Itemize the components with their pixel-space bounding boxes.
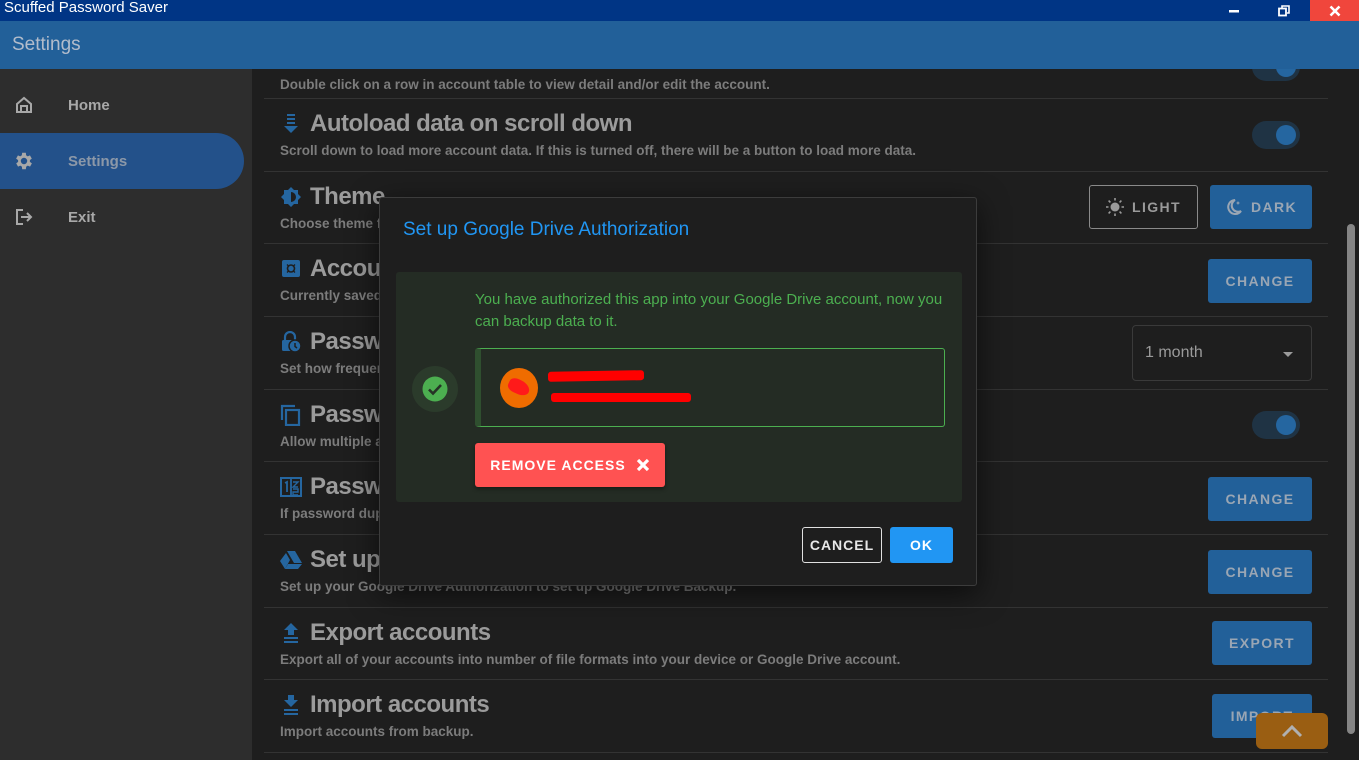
google-drive-icon <box>280 549 302 571</box>
account-file-change-button[interactable]: CHANGE <box>1208 259 1312 303</box>
setting-heading: Accou <box>280 255 381 283</box>
password-expiry-select[interactable]: 1 month <box>1132 325 1312 381</box>
home-icon <box>13 94 35 116</box>
google-account-card <box>475 348 945 427</box>
setting-heading: Theme <box>280 183 385 211</box>
setting-heading: Passw <box>280 401 383 429</box>
sidebar-item-home[interactable]: Home <box>0 77 244 133</box>
exit-icon <box>13 206 35 228</box>
scroll-to-top-button[interactable] <box>1256 713 1328 749</box>
google-drive-auth-dialog: Set up Google Drive Authorization You ha… <box>379 197 977 586</box>
check-circle-icon <box>412 366 458 412</box>
password-duplicate-toggle[interactable] <box>1252 411 1300 439</box>
account-name-redacted <box>547 370 645 382</box>
setting-row-double-click: Double click on a row in account table t… <box>264 69 1328 99</box>
account-email-redacted <box>551 393 691 402</box>
sidebar-item-exit[interactable]: Exit <box>0 189 244 245</box>
dropdown-caret-icon <box>1283 352 1293 357</box>
sidebar-item-settings[interactable]: Settings <box>0 133 244 189</box>
setting-heading: Autoload data on scroll down <box>280 110 633 138</box>
safe-icon <box>280 258 302 280</box>
setting-description: If password dup <box>280 506 384 521</box>
chevron-up-icon <box>1281 724 1303 738</box>
sidebar: Home Settings Exit <box>0 69 252 760</box>
export-icon <box>280 622 302 644</box>
setting-heading: Passw <box>280 328 383 356</box>
ok-button[interactable]: OK <box>890 527 953 563</box>
sun-icon <box>1106 198 1124 216</box>
password-generator-change-button[interactable]: CHANGE <box>1208 477 1312 521</box>
scrollbar[interactable] <box>1344 69 1359 760</box>
app-bar: Settings <box>0 21 1359 69</box>
window-title: Scuffed Password Saver <box>4 0 168 16</box>
window-titlebar: Scuffed Password Saver <box>0 0 1359 21</box>
sidebar-item-label: Exit <box>68 208 96 226</box>
close-icon <box>1329 5 1340 16</box>
setting-heading: Set up <box>280 546 381 574</box>
theme-dark-button[interactable]: DARK <box>1210 185 1312 229</box>
restore-icon <box>1278 4 1290 16</box>
double-click-toggle[interactable] <box>1252 69 1300 81</box>
scrollbar-thumb[interactable] <box>1347 224 1355 734</box>
sidebar-item-label: Home <box>68 96 110 114</box>
setting-description: Scroll down to load more account data. I… <box>280 143 917 158</box>
moon-icon <box>1227 199 1242 215</box>
setting-row-import: Import accounts Import accounts from bac… <box>264 680 1328 753</box>
success-alert: You have authorized this app into your G… <box>396 272 962 502</box>
google-drive-change-button[interactable]: CHANGE <box>1208 550 1312 594</box>
setting-description: Currently saved <box>280 288 383 303</box>
numbers-icon <box>280 476 302 498</box>
setting-description: Double click on a row in account table t… <box>280 77 770 92</box>
theme-icon <box>280 186 302 208</box>
gear-icon <box>13 150 35 172</box>
autoload-toggle[interactable] <box>1252 121 1300 149</box>
setting-heading: Export accounts <box>280 619 491 647</box>
alert-message: You have authorized this app into your G… <box>475 291 943 330</box>
setting-heading: Passw <box>280 473 383 501</box>
export-button[interactable]: EXPORT <box>1212 621 1312 665</box>
cancel-button[interactable]: CANCEL <box>802 527 882 563</box>
theme-light-button[interactable]: LIGHT <box>1089 185 1198 229</box>
remove-access-button[interactable]: REMOVE ACCESS <box>475 443 665 487</box>
close-icon <box>636 458 649 472</box>
setting-heading: Import accounts <box>280 691 490 719</box>
setting-row-export: Export accounts Export all of your accou… <box>264 608 1328 680</box>
setting-description: Export all of your accounts into number … <box>280 652 901 667</box>
autoload-icon <box>280 113 302 135</box>
setting-description: Choose theme f <box>280 216 382 231</box>
import-icon <box>280 694 302 716</box>
copy-icon <box>280 404 302 426</box>
setting-description: Set how frequen <box>280 361 386 376</box>
setting-description: Allow multiple a <box>280 434 383 449</box>
setting-description: Import accounts from backup. <box>280 724 474 739</box>
avatar <box>500 368 538 408</box>
close-button[interactable] <box>1310 0 1359 21</box>
restore-button[interactable] <box>1261 0 1307 21</box>
minimize-icon <box>1229 9 1239 12</box>
setting-row-autoload: Autoload data on scroll down Scroll down… <box>264 99 1328 172</box>
minimize-button[interactable] <box>1211 0 1257 21</box>
page-title: Settings <box>12 34 81 55</box>
dialog-title: Set up Google Drive Authorization <box>403 219 690 240</box>
lock-clock-icon <box>280 331 302 353</box>
sidebar-item-label: Settings <box>68 152 128 170</box>
